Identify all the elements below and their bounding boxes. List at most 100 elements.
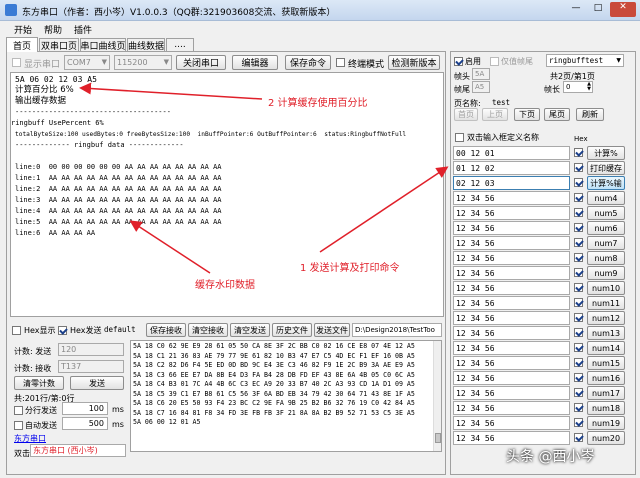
command-input[interactable]: 12 34 56 xyxy=(453,401,570,415)
frame-tail-input[interactable]: A5 xyxy=(472,81,490,93)
command-hex-checkbox[interactable] xyxy=(574,313,583,322)
frame-group: 启用 仅值帧尾 ringbufftest ▼ 帧头 5A 共2页/第1页 帧尾 A… xyxy=(452,54,634,122)
command-send-button[interactable]: num16 xyxy=(587,371,625,385)
command-send-button[interactable]: num14 xyxy=(587,341,625,355)
command-input[interactable]: 12 34 56 xyxy=(453,371,570,385)
command-send-button[interactable]: num4 xyxy=(587,191,625,205)
command-send-button[interactable]: num11 xyxy=(587,296,625,310)
command-input[interactable]: 01 12 02 xyxy=(453,161,570,175)
command-input[interactable]: 12 34 56 xyxy=(453,326,570,340)
command-hex-checkbox[interactable] xyxy=(574,163,583,172)
hex-line: 5A 06 00 12 01 A5 xyxy=(133,418,201,426)
command-send-button[interactable]: num8 xyxy=(587,251,625,265)
command-hex-checkbox[interactable] xyxy=(574,433,583,442)
command-send-button[interactable]: 打印缓存 xyxy=(587,161,625,175)
command-input[interactable]: 12 34 56 xyxy=(453,251,570,265)
command-hex-checkbox[interactable] xyxy=(574,193,583,202)
command-hex-checkbox[interactable] xyxy=(574,238,583,247)
clear-count-button[interactable]: 清零计数 xyxy=(14,376,64,390)
command-hex-checkbox[interactable] xyxy=(574,283,583,292)
command-send-button[interactable]: num17 xyxy=(587,386,625,400)
frame-head-label: 帧头 xyxy=(454,72,470,81)
send-button[interactable]: 发送 xyxy=(70,376,124,390)
command-input[interactable]: 12 34 56 xyxy=(453,206,570,220)
command-input[interactable]: 02 12 03 xyxy=(453,176,570,190)
command-hex-checkbox[interactable] xyxy=(574,178,583,187)
file-path-field[interactable]: D:\Design2018\TestToo xyxy=(352,323,442,337)
history-file-button[interactable]: 历史文件 xyxy=(272,323,312,337)
command-input[interactable]: 12 34 56 xyxy=(453,281,570,295)
last-page-button[interactable]: 尾页 xyxy=(544,108,570,121)
stats-panel: 计数: 发送 120 计数: 接收 T137 清零计数 发送 共:201行/第:… xyxy=(10,340,128,474)
command-input[interactable]: 12 34 56 xyxy=(453,236,570,250)
command-send-button[interactable]: num6 xyxy=(587,221,625,235)
command-send-button[interactable]: num5 xyxy=(587,206,625,220)
split-send-checkbox[interactable] xyxy=(14,406,23,415)
command-hex-checkbox[interactable] xyxy=(574,418,583,427)
command-row: 01 12 02 打印缓存 xyxy=(453,161,627,175)
hex-show-checkbox[interactable] xyxy=(12,326,21,335)
frame-head-input[interactable]: 5A xyxy=(472,68,490,80)
first-page-button[interactable]: 首页 xyxy=(454,108,478,121)
command-send-button[interactable]: 计算% xyxy=(587,146,625,160)
command-send-button[interactable]: num13 xyxy=(587,326,625,340)
command-hex-checkbox[interactable] xyxy=(574,373,583,382)
command-hex-checkbox[interactable] xyxy=(574,253,583,262)
command-send-button[interactable]: num19 xyxy=(587,416,625,430)
command-send-button[interactable]: num10 xyxy=(587,281,625,295)
command-send-button[interactable]: num20 xyxy=(587,431,625,445)
command-input[interactable]: 12 34 56 xyxy=(453,266,570,280)
save-receive-button[interactable]: 保存接收 xyxy=(146,323,186,337)
custom-name-label: 双击输入框定义名称 xyxy=(467,133,539,142)
command-hex-checkbox[interactable] xyxy=(574,403,583,412)
prev-page-button[interactable]: 上页 xyxy=(482,108,508,121)
hex-send-checkbox[interactable] xyxy=(58,326,67,335)
tab-home[interactable]: 首页 xyxy=(6,37,38,52)
custom-name-checkbox[interactable] xyxy=(455,133,464,142)
send-textarea[interactable]: 5A 18 C0 62 9E E9 28 61 05 50 CA 8E 3F 2… xyxy=(130,340,442,452)
command-send-button[interactable]: num18 xyxy=(587,401,625,415)
enable-checkbox[interactable] xyxy=(454,57,463,66)
command-send-button[interactable]: num12 xyxy=(587,311,625,325)
split-ms-label: ms xyxy=(112,405,124,414)
command-hex-checkbox[interactable] xyxy=(574,343,583,352)
command-hex-checkbox[interactable] xyxy=(574,358,583,367)
command-send-button[interactable]: num9 xyxy=(587,266,625,280)
command-hex-checkbox[interactable] xyxy=(574,328,583,337)
split-interval-input[interactable]: 100 xyxy=(62,402,108,415)
command-hex-checkbox[interactable] xyxy=(574,148,583,157)
command-hex-checkbox[interactable] xyxy=(574,298,583,307)
command-hex-checkbox[interactable] xyxy=(574,268,583,277)
command-input[interactable]: 12 34 56 xyxy=(453,296,570,310)
command-send-button[interactable]: num7 xyxy=(587,236,625,250)
command-hex-checkbox[interactable] xyxy=(574,223,583,232)
scrollbar-thumb[interactable] xyxy=(435,433,441,443)
command-input[interactable]: 12 34 56 xyxy=(453,386,570,400)
command-input[interactable]: 12 34 56 xyxy=(453,221,570,235)
command-hex-checkbox[interactable] xyxy=(574,388,583,397)
command-row: 12 34 56 num9 xyxy=(453,266,627,280)
scrollbar[interactable] xyxy=(433,341,441,451)
command-send-button[interactable]: num15 xyxy=(587,356,625,370)
frame-length-input[interactable]: 0 ▲ ▼ xyxy=(563,81,593,93)
clear-receive-button[interactable]: 清空接收 xyxy=(188,323,228,337)
command-input[interactable]: 12 34 56 xyxy=(453,356,570,370)
command-hex-checkbox[interactable] xyxy=(574,208,583,217)
clear-send-button[interactable]: 清空发送 xyxy=(230,323,270,337)
command-input[interactable]: 12 34 56 xyxy=(453,416,570,430)
command-send-button[interactable]: 计算%输 xyxy=(587,176,625,190)
command-input[interactable]: 12 34 56 xyxy=(453,191,570,205)
auto-send-checkbox[interactable] xyxy=(14,421,23,430)
send-file-button[interactable]: 发送文件 xyxy=(314,323,350,337)
auto-interval-input[interactable]: 500 xyxy=(62,417,108,430)
refresh-button[interactable]: 刷新 xyxy=(576,108,604,121)
command-input[interactable]: 12 34 56 xyxy=(453,341,570,355)
profile-select[interactable]: ringbufftest ▼ xyxy=(546,54,624,67)
command-input[interactable]: 12 34 56 xyxy=(453,431,570,445)
next-page-button[interactable]: 下页 xyxy=(514,108,540,121)
double-click-field[interactable]: 东方串口 (西小岑) xyxy=(30,444,126,457)
command-input[interactable]: 00 12 01 xyxy=(453,146,570,160)
only-tail-checkbox[interactable] xyxy=(490,57,499,66)
command-input[interactable]: 12 34 56 xyxy=(453,311,570,325)
dongfang-link[interactable]: 东方串口 xyxy=(14,433,46,444)
